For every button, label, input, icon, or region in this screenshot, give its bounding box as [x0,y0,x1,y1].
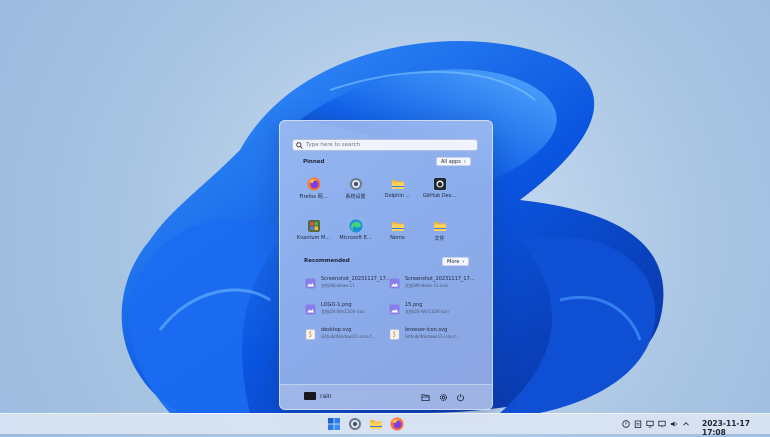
pinned-app-label: Kvantum M... [296,235,331,241]
chevron-up-icon[interactable] [682,420,690,428]
clipboard-icon[interactable] [634,420,642,428]
more-button[interactable]: More › [442,257,470,266]
image-file-icon [389,278,400,289]
recommended-name: browser-icon.svg [405,327,448,333]
github-icon [433,178,446,190]
recommended-path: 文档/Windows-11-icon [405,283,449,288]
image-file-icon [389,304,400,315]
all-apps-button[interactable]: All apps › [436,157,471,166]
pinned-app-firefox[interactable]: Firefox 网... [291,174,336,206]
user-button[interactable]: rain [304,392,332,400]
recommended-item[interactable]: Screenshot_20231117_17... 文档/Windows-11 [302,276,392,294]
recommended-name: Screenshot_20231117_17... [405,276,475,282]
pinned-app-kvantum[interactable]: Kvantum M... [291,216,336,248]
recommended-path: 文档/24-Win11OS-icon [321,309,365,314]
folder-taskbar-icon[interactable] [369,417,383,431]
start-menu: Pinned All apps › Firefox 网... 系统设置 Dolp… [279,120,493,410]
svg-file-icon [305,329,316,340]
recommended-path: 文档/24-Win11OS-icon [405,309,449,314]
pinned-app-edge[interactable]: Microsoft E... [333,216,378,248]
pinned-app-label: 系统设置 [345,194,366,200]
more-label: More [447,258,460,265]
pinned-app-label: Microsoft E... [339,235,372,241]
recommended-item[interactable]: 15.png 文档/24-Win11OS-icon [386,302,476,320]
chevron-right-icon: › [463,158,466,165]
recommended-path: 文档/Windows-11 [321,283,355,288]
pinned-app-label: Firefox 网... [299,194,328,200]
pinned-title: Pinned [303,159,325,165]
user-name: rain [320,392,332,400]
pinned-app-files[interactable]: 文件 [417,216,462,248]
volume-icon[interactable] [670,420,678,428]
start-menu-footer: rain [280,384,492,409]
recommended-name: 15.png [405,302,423,308]
recommended-path: Github/Windows11-icon-t... [405,334,460,339]
start-button-windows-icon[interactable] [327,417,341,431]
pinned-app-label: Nemo [390,235,405,241]
recommended-name: Screenshot_20231117_17... [321,276,391,282]
network-icon[interactable] [658,420,666,428]
recommended-item[interactable]: Screenshot_20231117_17... 文档/Windows-11-i… [386,276,476,294]
recommended-item[interactable]: browser-icon.svg Github/Windows11-icon-t.… [386,327,476,345]
image-file-icon [305,278,316,289]
search-icon [296,141,303,149]
pinned-app-label: GitHub Des... [422,193,457,199]
pinned-app-settings[interactable]: 系统设置 [333,174,378,206]
firefox-taskbar-icon[interactable] [390,417,404,431]
search-input[interactable] [306,142,476,148]
settings-taskbar-icon[interactable] [348,417,362,431]
pinned-app-label: 文件 [434,236,445,242]
clock[interactable]: 2023-11-17 17:08 [702,419,770,437]
pinned-app-label: Dolphin ... [384,193,411,199]
settings-icon [349,178,362,190]
all-apps-label: All apps [441,158,461,165]
edge-icon [349,219,362,233]
pinned-app-nemo[interactable]: Nemo [375,216,420,248]
pinned-app-dolphin[interactable]: Dolphin ... [375,174,420,206]
firefox-icon [307,177,320,191]
folder-icon [391,180,404,189]
power-icon[interactable] [456,393,465,402]
search-box[interactable] [292,139,478,151]
recommended-item[interactable]: LOGO-1.png 文档/24-Win11OS-icon [302,302,392,320]
file-manager-icon[interactable] [421,393,430,402]
taskbar: 2023-11-17 17:08 [0,413,770,437]
settings-gear-icon[interactable] [439,393,448,402]
folder-icon [433,222,446,231]
recommended-path: Github/Windows11-icon-t... [321,334,376,339]
avatar [304,392,316,400]
recommended-name: LOGO-1.png [321,302,352,308]
pinned-app-github-desktop[interactable]: GitHub Des... [417,174,462,206]
folder-icon [391,222,404,231]
display-icon[interactable] [646,420,654,428]
recommended-title: Recommended [304,258,350,264]
chevron-right-icon: › [462,258,465,265]
recommended-item[interactable]: desktop.svg Github/Windows11-icon-t... [302,327,392,345]
kvantum-icon [307,220,320,232]
recommended-name: desktop.svg [321,327,352,333]
notification-icon[interactable] [622,420,630,428]
image-file-icon [305,304,316,315]
svg-file-icon [389,329,400,340]
